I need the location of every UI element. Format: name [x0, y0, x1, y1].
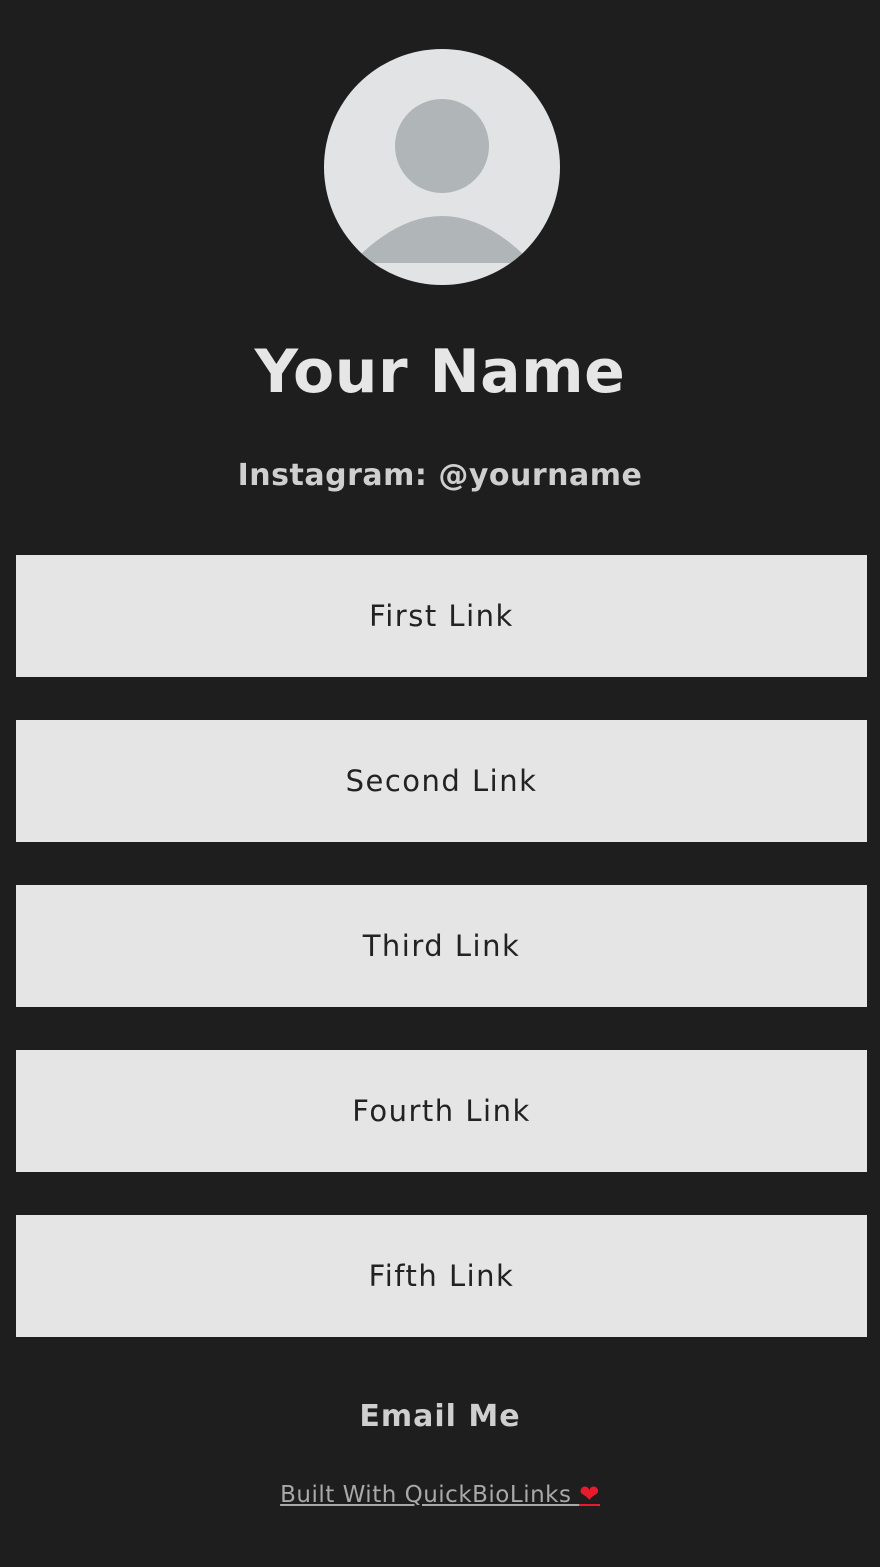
link-button-fifth[interactable]: Fifth Link	[16, 1215, 867, 1337]
link-button-fourth[interactable]: Fourth Link	[16, 1050, 867, 1172]
profile-name: Your Name	[254, 337, 626, 407]
user-silhouette-icon	[352, 99, 532, 263]
link-label: Third Link	[362, 929, 521, 963]
link-label: Second Link	[345, 764, 538, 798]
built-with-text: Built With QuickBioLinks	[280, 1482, 572, 1508]
built-with-link[interactable]: Built With QuickBioLinks ❤	[280, 1480, 600, 1508]
profile-handle: Instagram: @yourname	[237, 458, 643, 493]
email-me-link[interactable]: Email Me	[0, 1397, 880, 1437]
link-button-second[interactable]: Second Link	[16, 720, 867, 842]
link-button-first[interactable]: First Link	[16, 555, 867, 677]
avatar	[324, 49, 560, 285]
built-with-footer: Built With QuickBioLinks ❤	[0, 1478, 880, 1511]
link-label: First Link	[369, 599, 514, 633]
link-label: Fifth Link	[368, 1259, 515, 1293]
link-label: Fourth Link	[352, 1094, 531, 1128]
heart-icon: ❤	[579, 1480, 600, 1508]
link-button-third[interactable]: Third Link	[16, 885, 867, 1007]
